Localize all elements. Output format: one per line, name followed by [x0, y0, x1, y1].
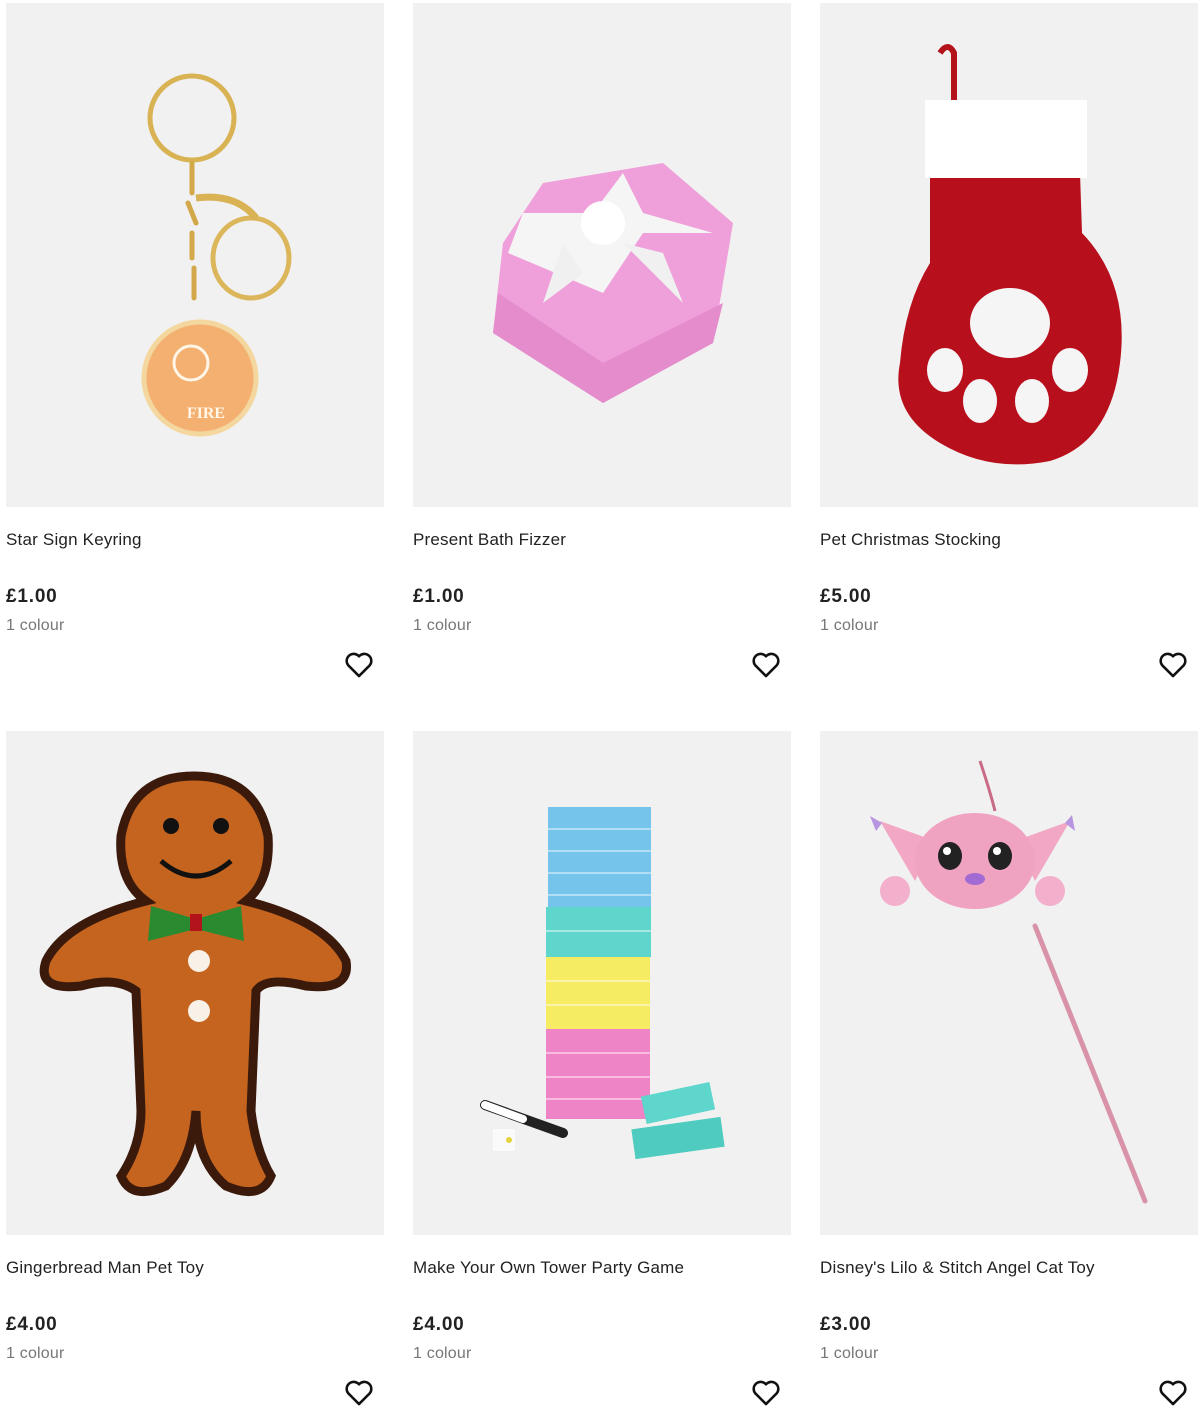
colour-count: 1 colour [6, 1345, 65, 1362]
product-title[interactable]: Disney's Lilo & Stitch Angel Cat Toy [820, 1258, 1095, 1278]
stocking-image [898, 44, 1122, 465]
gingerbread-toy-image [39, 771, 351, 1197]
product-price: £4.00 [6, 1314, 58, 1335]
product-price: £5.00 [820, 586, 872, 607]
colour-count: 1 colour [413, 1345, 472, 1362]
product-price: £1.00 [413, 586, 465, 607]
colour-count: 1 colour [820, 1345, 879, 1362]
product-title[interactable]: Present Bath Fizzer [413, 530, 566, 550]
cat-toy-image [870, 760, 1148, 1204]
product-title[interactable]: Pet Christmas Stocking [820, 530, 1001, 550]
favourite-heart-icon[interactable] [1156, 1375, 1190, 1409]
bath-fizzer-image [493, 163, 733, 403]
favourite-heart-icon[interactable] [342, 1375, 376, 1409]
tower-game-image [480, 807, 725, 1160]
product-title[interactable]: Gingerbread Man Pet Toy [6, 1258, 204, 1278]
product-image[interactable]: FIRE [6, 3, 384, 507]
product-image[interactable] [413, 3, 791, 507]
favourite-heart-icon[interactable] [342, 647, 376, 681]
product-title[interactable]: Make Your Own Tower Party Game [413, 1258, 684, 1278]
colour-count: 1 colour [413, 617, 472, 634]
favourite-heart-icon[interactable] [749, 647, 783, 681]
product-image[interactable] [413, 731, 791, 1235]
favourite-heart-icon[interactable] [749, 1375, 783, 1409]
product-price: £1.00 [6, 586, 58, 607]
product-price: £4.00 [413, 1314, 465, 1335]
favourite-heart-icon[interactable] [1156, 647, 1190, 681]
keyring-image: FIRE [141, 73, 292, 437]
product-image[interactable] [820, 3, 1198, 507]
product-price: £3.00 [820, 1314, 872, 1335]
product-image[interactable] [6, 731, 384, 1235]
product-title[interactable]: Star Sign Keyring [6, 530, 142, 550]
product-image[interactable] [820, 731, 1198, 1235]
colour-count: 1 colour [820, 617, 879, 634]
svg-text:FIRE: FIRE [187, 405, 225, 422]
colour-count: 1 colour [6, 617, 65, 634]
